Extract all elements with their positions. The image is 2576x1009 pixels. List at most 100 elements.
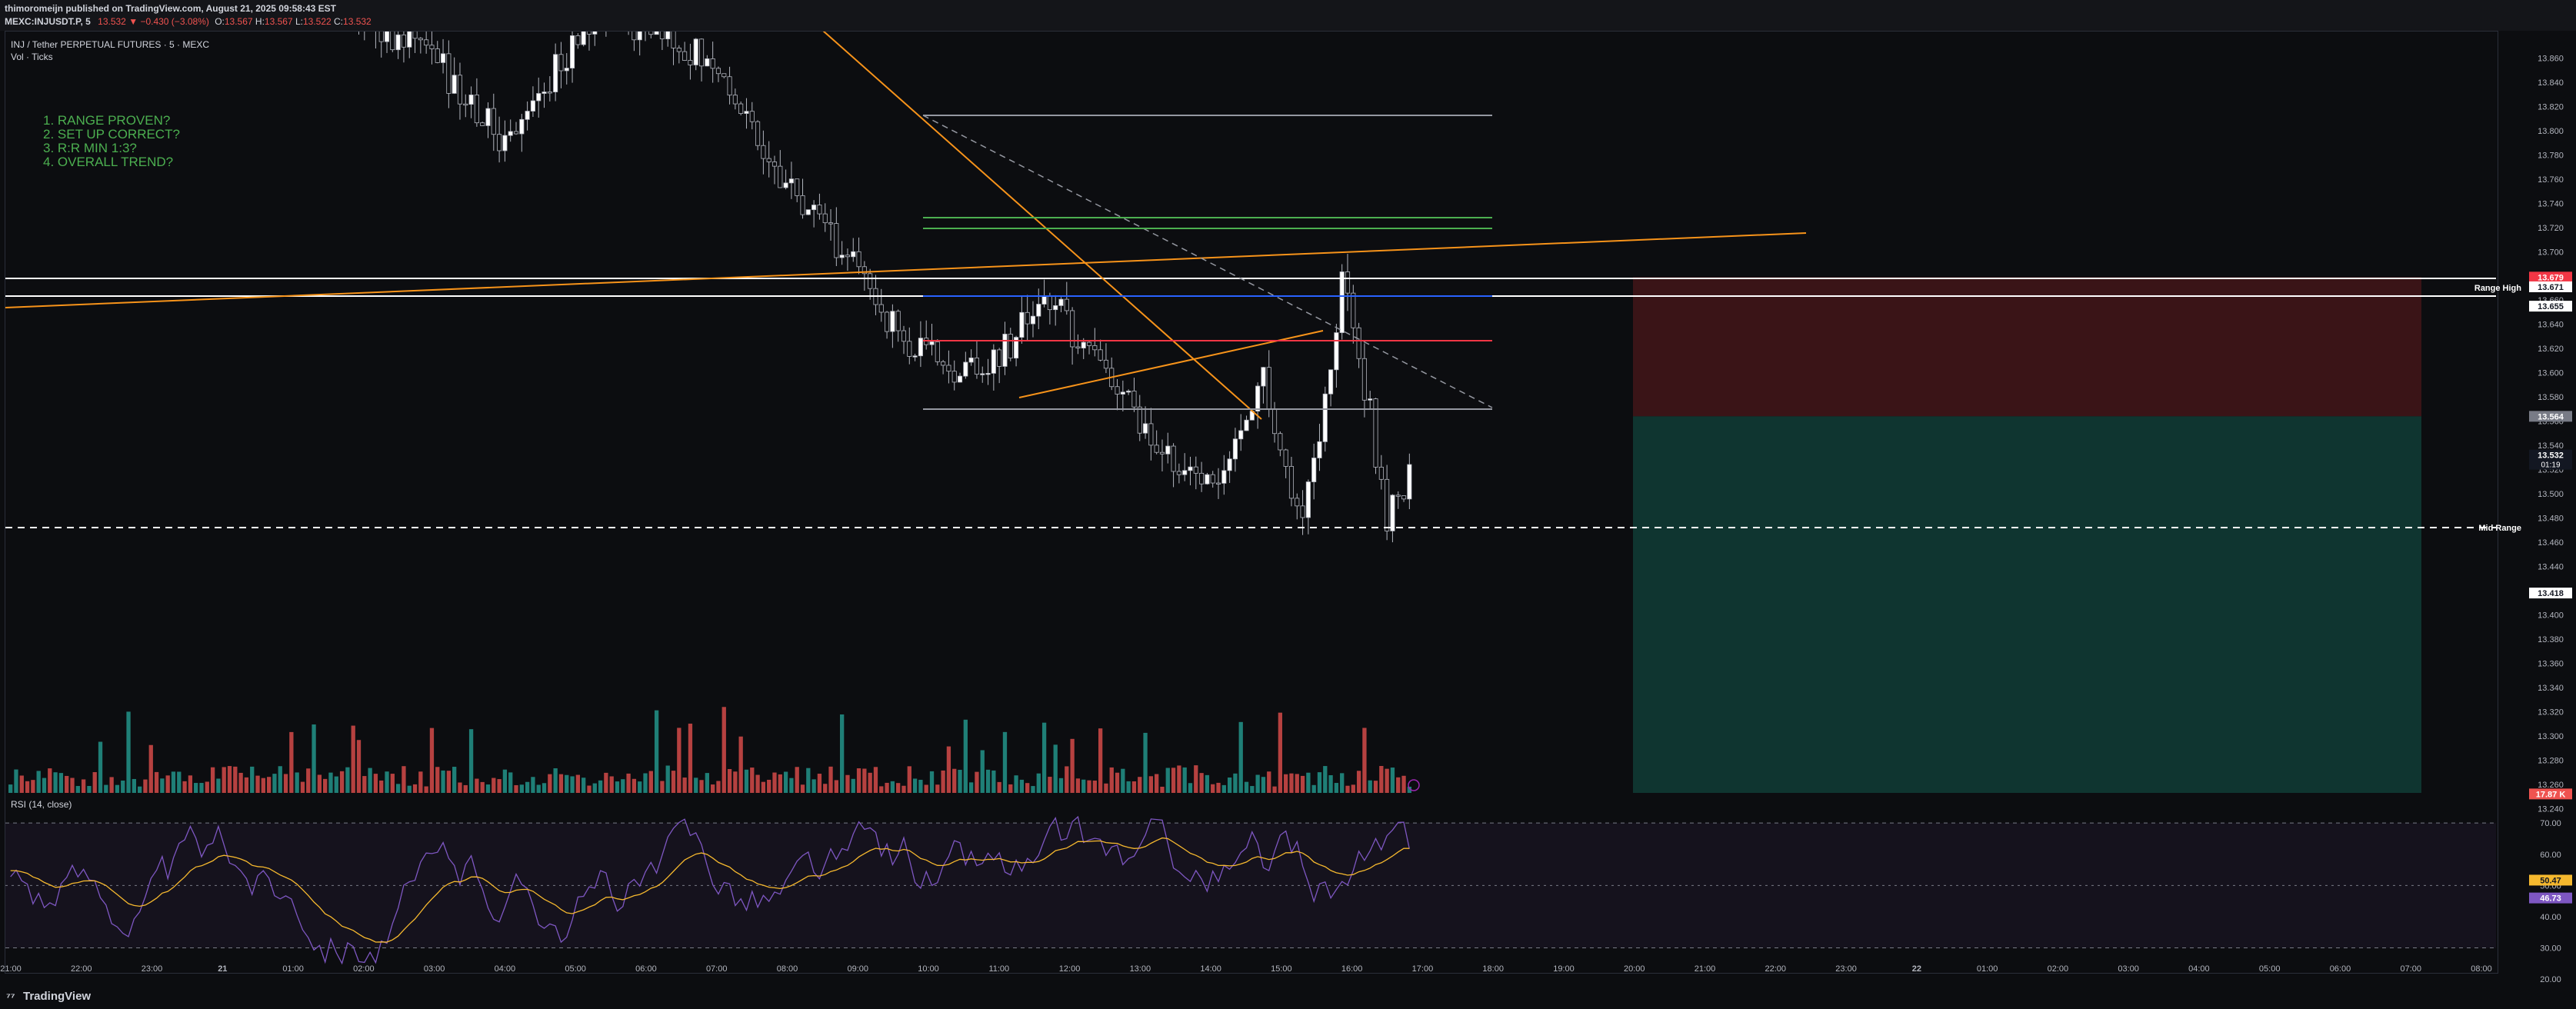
price-tick-label: 13.840 xyxy=(2538,78,2564,88)
time-tick-label: 04:00 xyxy=(495,964,516,974)
volume-bar xyxy=(160,778,165,793)
volume-bar xyxy=(632,778,637,793)
volume-bar xyxy=(87,785,92,793)
checklist-note[interactable]: 1. RANGE PROVEN? 2. SET UP CORRECT? 3. R… xyxy=(43,114,180,169)
volume-bar xyxy=(65,775,69,793)
candle-body xyxy=(1395,495,1401,497)
volume-bar xyxy=(862,768,867,793)
volume-bar xyxy=(480,781,485,793)
volume-bar xyxy=(1373,781,1378,793)
candle-body xyxy=(682,51,688,61)
time-tick-label: 16:00 xyxy=(1341,964,1363,974)
volume-bar xyxy=(295,772,299,793)
candle-body xyxy=(1064,298,1069,311)
volume-bar xyxy=(227,766,232,793)
rsi-pane[interactable]: 70.0060.0050.0040.0030.0020.0050.4746.73 xyxy=(5,815,2572,984)
rsi-tick-label: 30.00 xyxy=(2540,944,2561,954)
volume-bar xyxy=(536,784,541,793)
candle-body xyxy=(368,20,372,25)
trendline-dashed[interactable] xyxy=(922,115,1493,408)
candle-body xyxy=(592,32,598,35)
price-chart[interactable]: 13.860 13.840 13.820 13.800 13.780 13.760 13.7… xyxy=(0,0,2576,984)
candle-body xyxy=(581,32,586,45)
alert-icon[interactable] xyxy=(1408,779,1420,791)
price-axis[interactable]: 13.860 13.840 13.820 13.800 13.780 13.760 13.7… xyxy=(2538,54,2564,814)
volume-bar xyxy=(429,728,435,793)
time-tick-label: 19:00 xyxy=(1553,964,1575,974)
volume-bar xyxy=(492,778,496,793)
time-tick-label: 03:00 xyxy=(424,964,445,974)
candle-body xyxy=(839,255,845,258)
candle-body xyxy=(744,111,749,114)
take-profit-zone[interactable] xyxy=(1633,416,2421,793)
candle-body xyxy=(985,373,991,375)
volume-bar xyxy=(1115,772,1120,793)
volume-bar xyxy=(475,778,479,793)
candle-body xyxy=(1278,433,1283,451)
volume-bar xyxy=(199,783,204,793)
candle-body xyxy=(586,32,592,35)
time-tick-label: 23:00 xyxy=(1835,964,1857,974)
candle-body xyxy=(1148,423,1154,446)
candle-body xyxy=(1025,311,1030,325)
volume-bar xyxy=(1041,722,1047,793)
volume-bar xyxy=(115,784,120,793)
volume-bar xyxy=(1131,781,1137,793)
volume-bar xyxy=(31,780,35,793)
series-legend-title: INJ / Tether PERPETUAL FUTURES · 5 · MEX… xyxy=(11,39,209,50)
volume-bar xyxy=(188,775,193,793)
candle-body xyxy=(508,131,513,136)
volume-bar xyxy=(968,782,974,793)
volume-bar xyxy=(1065,766,1069,793)
candle-body xyxy=(1165,445,1171,455)
candle-body xyxy=(575,35,581,45)
volume-bar xyxy=(1323,766,1328,793)
candle-body xyxy=(817,205,822,215)
volume-bar xyxy=(828,766,833,793)
volume-bar xyxy=(795,767,799,793)
volume-bar xyxy=(531,777,535,793)
volume-bar xyxy=(368,768,372,793)
candle-body xyxy=(907,341,912,357)
volume-bar xyxy=(53,772,58,793)
time-tick-label: 22:00 xyxy=(71,964,92,974)
volume-bar xyxy=(345,767,350,793)
volume-bar xyxy=(210,767,215,793)
volume-bar xyxy=(1255,774,1260,793)
price-tick-label: 13.320 xyxy=(2538,708,2564,717)
volume-bar xyxy=(1368,780,1372,793)
footer-brand[interactable]: TradingView xyxy=(23,990,91,1003)
candle-body xyxy=(901,330,907,342)
rsi-ma-value: 50.47 xyxy=(2540,876,2561,885)
trendline-orange-falling[interactable] xyxy=(822,31,1262,420)
volume-bar xyxy=(1138,777,1142,793)
volume-bar xyxy=(351,725,355,793)
volume-bar xyxy=(1087,780,1091,793)
volume-bar xyxy=(609,776,614,793)
volume-bar xyxy=(356,740,362,793)
time-axis[interactable]: 21:00 22:00 23:00 21 01:00 02:00 03:00 04:00 05:… xyxy=(0,964,2492,974)
volume-bar xyxy=(1385,768,1389,793)
candle-body xyxy=(306,0,310,2)
volume-bar xyxy=(924,784,928,793)
candle-body xyxy=(643,19,647,28)
volume-bar xyxy=(688,723,693,793)
candle-body xyxy=(1030,315,1036,325)
volume-bar xyxy=(1075,778,1081,793)
time-tick-label: 01:00 xyxy=(282,964,304,974)
price-tag-label: 13.671 xyxy=(2538,283,2564,292)
stop-loss-zone[interactable] xyxy=(1633,277,2421,417)
volume-bar xyxy=(312,724,316,793)
candle-body xyxy=(1322,393,1328,442)
volume-bar xyxy=(98,741,103,793)
volume-bar xyxy=(711,784,715,793)
candle-body xyxy=(513,131,519,135)
volume-bar xyxy=(148,744,153,793)
volume-bar xyxy=(565,774,569,793)
candle-body xyxy=(564,68,569,72)
volume-bar xyxy=(323,778,328,793)
candle-body xyxy=(1339,271,1345,333)
price-tick-label: 13.780 xyxy=(2538,151,2564,160)
candle-body xyxy=(525,111,530,120)
volume-bar xyxy=(1238,721,1243,793)
